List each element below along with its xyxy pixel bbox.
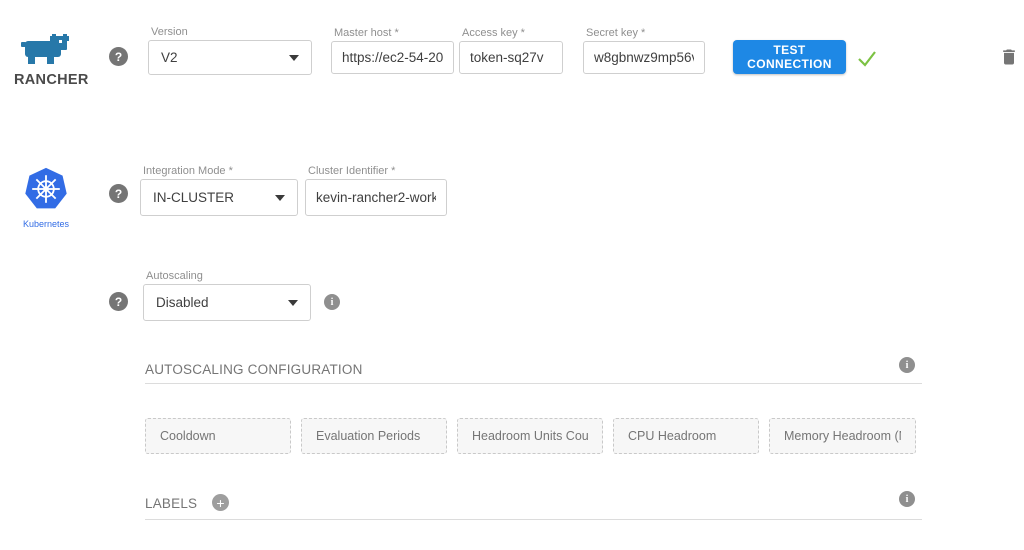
autoscaling-dropdown[interactable]: Autoscaling Disabled bbox=[143, 284, 311, 321]
chevron-down-icon bbox=[275, 195, 285, 201]
master-host-label: Master host * bbox=[334, 27, 399, 39]
memory-headroom-input[interactable] bbox=[770, 419, 915, 453]
kubernetes-helm-icon bbox=[23, 166, 69, 212]
headroom-units-count-input[interactable] bbox=[458, 419, 602, 453]
version-value: V2 bbox=[161, 50, 178, 65]
chevron-down-icon bbox=[289, 55, 299, 61]
secret-key-fieldbox: Secret key * bbox=[583, 41, 705, 74]
version-dropdown[interactable]: Version V2 bbox=[148, 40, 312, 75]
chevron-down-icon bbox=[288, 300, 298, 306]
rancher-logo-text: RANCHER bbox=[14, 72, 80, 88]
labels-title: LABELS bbox=[145, 496, 197, 511]
cooldown-field bbox=[145, 418, 291, 454]
access-key-label: Access key * bbox=[462, 27, 525, 39]
integration-settings-page: RANCHER ? Version V2 Master host * Acces… bbox=[0, 0, 1024, 550]
master-host-fieldbox: Master host * bbox=[331, 41, 454, 74]
rancher-help-icon[interactable]: ? bbox=[109, 47, 128, 66]
evaluation-periods-input[interactable] bbox=[302, 419, 446, 453]
secret-key-input[interactable] bbox=[584, 42, 704, 73]
access-key-input[interactable] bbox=[460, 42, 562, 73]
evaluation-periods-field bbox=[301, 418, 447, 454]
autoscaling-value: Disabled bbox=[156, 295, 209, 310]
autoscaling-configuration-info-icon[interactable]: i bbox=[899, 357, 915, 373]
cooldown-input[interactable] bbox=[146, 419, 290, 453]
access-key-fieldbox: Access key * bbox=[459, 41, 563, 74]
autoscaling-configuration-divider bbox=[145, 383, 922, 384]
cpu-headroom-field bbox=[613, 418, 759, 454]
headroom-units-count-field bbox=[457, 418, 603, 454]
version-label: Version bbox=[151, 26, 188, 38]
secret-key-label: Secret key * bbox=[586, 27, 645, 39]
autoscaling-info-icon[interactable]: i bbox=[324, 294, 340, 310]
success-check-icon bbox=[855, 46, 879, 70]
integration-mode-value: IN-CLUSTER bbox=[153, 190, 234, 205]
cluster-identifier-fieldbox: Cluster Identifier * bbox=[305, 179, 447, 216]
test-connection-button[interactable]: TEST CONNECTION bbox=[733, 40, 846, 74]
cluster-identifier-input[interactable] bbox=[306, 180, 446, 215]
rancher-logo: RANCHER bbox=[14, 34, 80, 88]
integration-mode-dropdown[interactable]: Integration Mode * IN-CLUSTER bbox=[140, 179, 298, 216]
delete-trash-icon[interactable] bbox=[999, 46, 1019, 68]
kubernetes-logo-label: Kubernetes bbox=[16, 219, 76, 229]
kubernetes-logo: Kubernetes bbox=[16, 166, 76, 229]
autoscaling-help-icon[interactable]: ? bbox=[109, 292, 128, 311]
autoscaling-label: Autoscaling bbox=[146, 270, 203, 282]
memory-headroom-field bbox=[769, 418, 916, 454]
cpu-headroom-input[interactable] bbox=[614, 419, 758, 453]
autoscaling-configuration-title: AUTOSCALING CONFIGURATION bbox=[145, 362, 363, 377]
integration-mode-label: Integration Mode * bbox=[143, 165, 233, 177]
labels-info-icon[interactable]: i bbox=[899, 491, 915, 507]
kubernetes-help-icon[interactable]: ? bbox=[109, 184, 128, 203]
add-label-button[interactable]: + bbox=[212, 494, 229, 511]
labels-divider bbox=[145, 519, 922, 520]
master-host-input[interactable] bbox=[332, 42, 453, 73]
rancher-bull-icon bbox=[19, 34, 75, 66]
cluster-identifier-label: Cluster Identifier * bbox=[308, 165, 395, 177]
